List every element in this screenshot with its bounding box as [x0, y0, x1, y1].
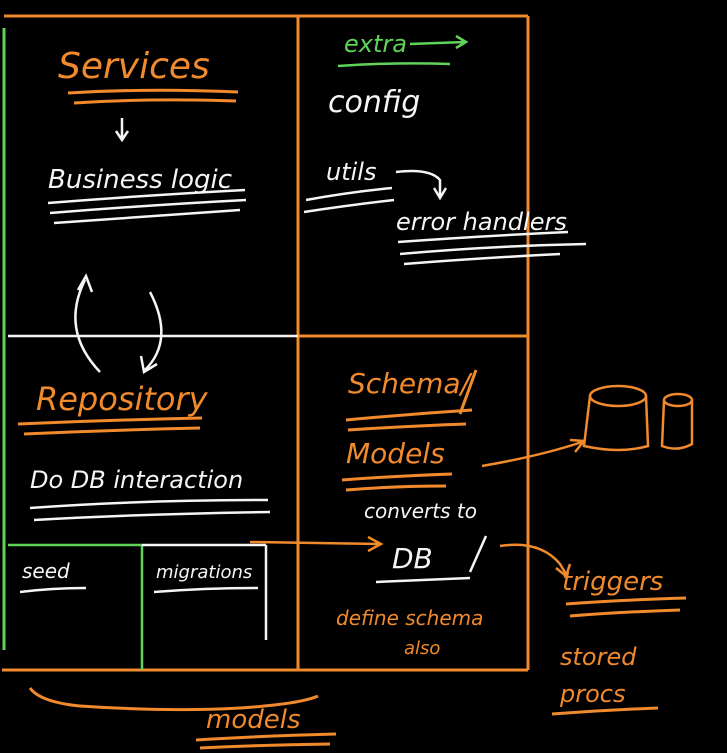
models-bottom-label: models	[206, 705, 301, 735]
repository-label: Repository	[36, 380, 209, 418]
repository-underline	[17, 416, 203, 436]
services-label: Services	[58, 46, 210, 87]
schema-label: Schema/	[348, 367, 473, 400]
error-handlers-label: error handlers	[396, 208, 567, 236]
extra-underline	[337, 62, 451, 68]
migrations-underline	[153, 586, 259, 594]
extra-arrow	[409, 34, 469, 50]
do-db-label: Do DB interaction	[30, 466, 243, 494]
repository-to-db-arrow	[249, 535, 384, 553]
utils-label: utils	[326, 158, 376, 186]
also-label: also	[404, 638, 440, 659]
services-underline	[67, 88, 239, 105]
up-cycle-arrow	[74, 273, 101, 373]
error-handlers-underline	[397, 230, 587, 266]
stored-label: stored	[560, 643, 637, 671]
converts-to-label: converts to	[364, 499, 477, 523]
database-cylinder-icon	[582, 384, 650, 452]
business-logic-label: Business logic	[48, 165, 232, 195]
triggers-label: triggers	[562, 567, 663, 597]
migrations-label: migrations	[156, 562, 252, 583]
extra-label: extra	[344, 30, 407, 58]
seed-underline	[19, 586, 87, 594]
down-cycle-arrow	[139, 291, 163, 375]
db-underline	[375, 576, 471, 584]
down-arrow	[114, 118, 130, 143]
utils-underline	[303, 186, 395, 214]
config-label: config	[328, 85, 420, 120]
procs-underline	[551, 706, 659, 716]
schema-underline	[345, 408, 473, 432]
utils-to-errors-arrow	[395, 169, 448, 201]
models-underline	[341, 472, 453, 492]
seed-label: seed	[22, 559, 70, 583]
models-bottom-underline	[195, 732, 337, 750]
models-to-db-icon-arrow	[481, 438, 587, 468]
do-db-underline	[29, 498, 271, 522]
models-label: Models	[346, 437, 445, 470]
database-small-cylinder-icon	[660, 392, 694, 450]
db-slash	[468, 535, 488, 573]
db-to-triggers-arrow	[499, 543, 572, 579]
triggers-underline	[565, 596, 687, 618]
db-label: DB	[392, 542, 433, 575]
define-schema-label: define schema	[336, 606, 483, 630]
procs-label: procs	[559, 680, 625, 708]
